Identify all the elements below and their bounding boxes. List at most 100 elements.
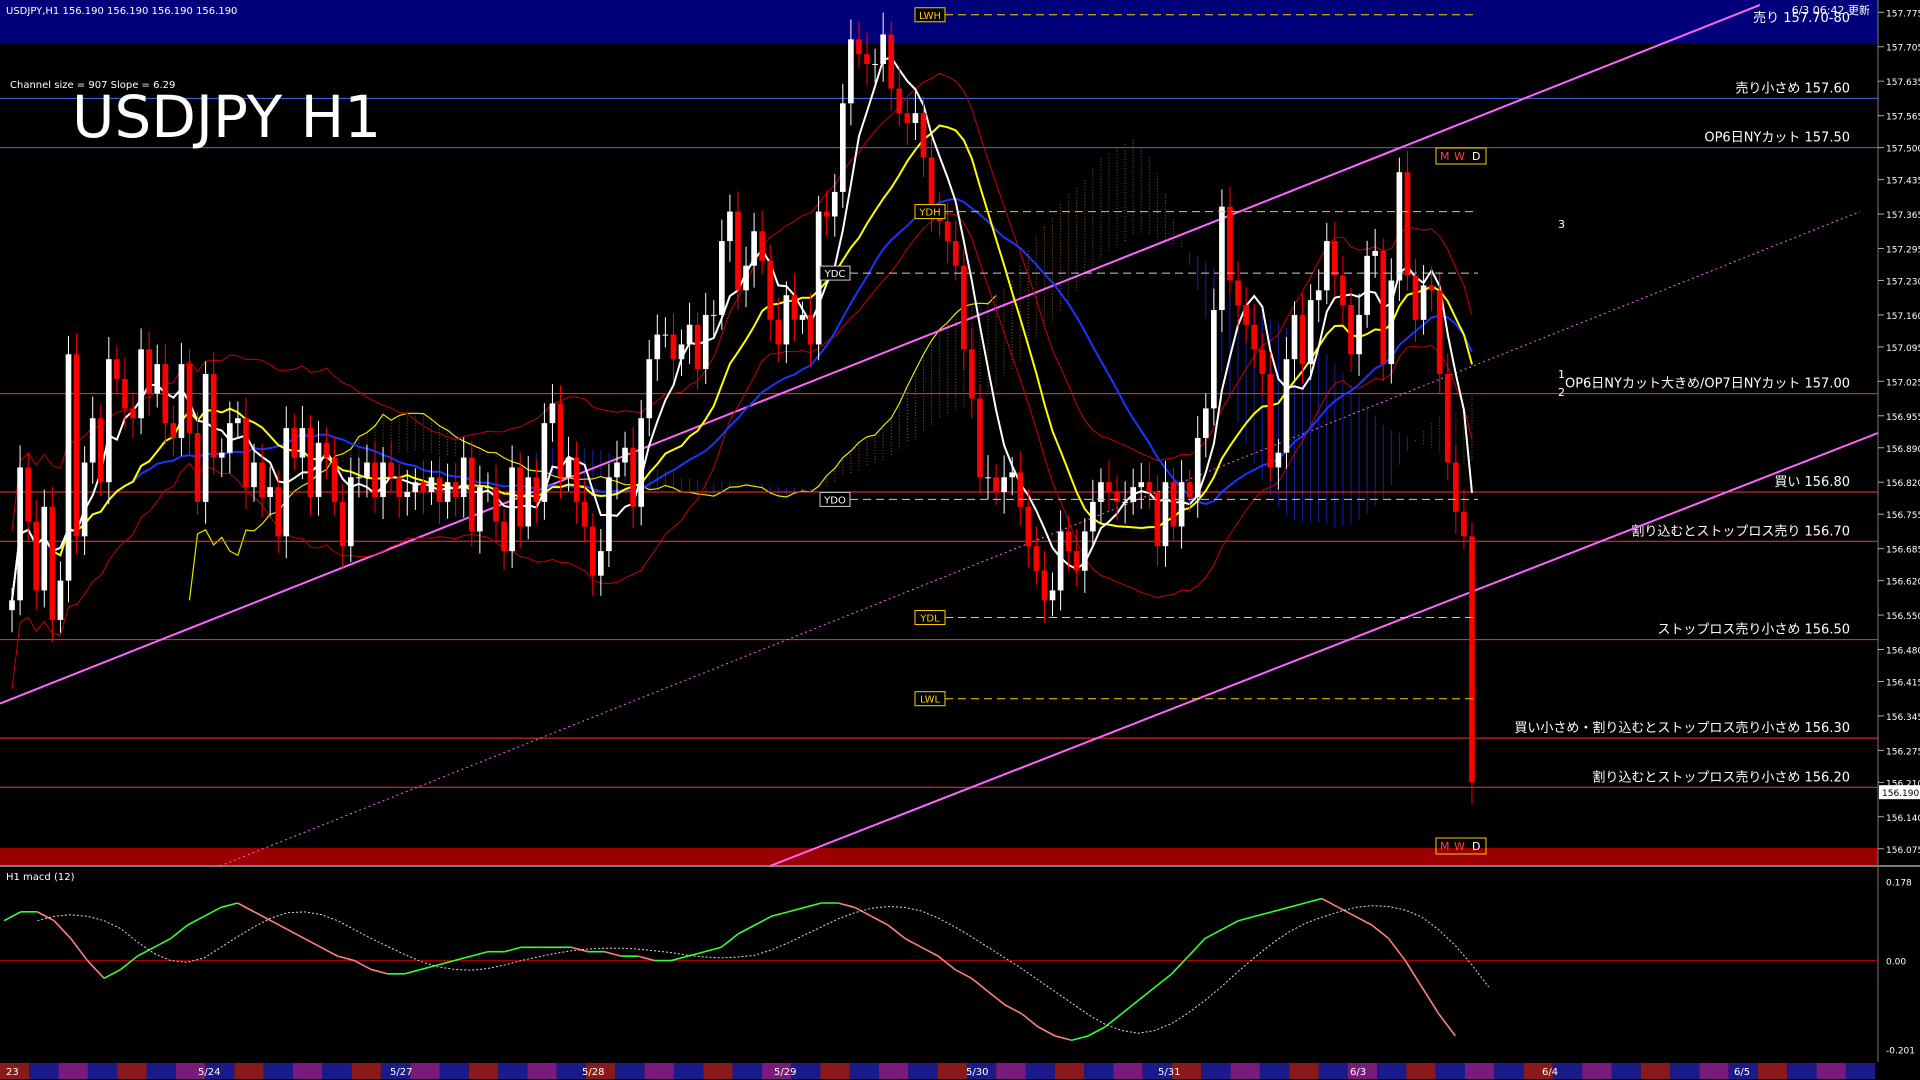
channel-label-1: 1	[1558, 368, 1565, 381]
candle	[49, 486, 56, 642]
candle-body	[1388, 280, 1395, 365]
candle-body	[1057, 531, 1064, 591]
level-label: OP6日NYカット 157.50	[1704, 131, 1850, 146]
macd-tick-label: 0.178	[1886, 879, 1912, 889]
time-axis-segment	[732, 1063, 762, 1079]
candle-body	[57, 580, 64, 620]
time-axis-segment	[1201, 1063, 1231, 1079]
candle-body	[178, 364, 185, 438]
candle-body	[307, 428, 314, 497]
candle-body	[960, 265, 967, 350]
time-axis-segment	[996, 1063, 1026, 1079]
time-axis-segment	[1640, 1063, 1671, 1079]
time-axis-segment	[1611, 1063, 1641, 1079]
candle-body	[1372, 250, 1378, 256]
candle-body	[283, 428, 290, 537]
candle-body	[106, 359, 112, 483]
time-axis-segment	[117, 1063, 147, 1079]
time-axis-segment	[58, 1063, 88, 1079]
marker-label: LWL	[920, 695, 941, 706]
time-axis-segment	[1787, 1063, 1817, 1079]
candle-body	[1275, 452, 1282, 468]
candle-body	[1251, 324, 1258, 350]
price-tick-label: 157.230	[1886, 277, 1920, 287]
candle-body	[1065, 531, 1072, 552]
candle-body	[259, 462, 265, 497]
candle-body	[364, 462, 370, 478]
candle-body	[1114, 492, 1120, 502]
last-price-label: 156.190	[1882, 789, 1919, 799]
candle-body	[1049, 590, 1056, 601]
price-tick-label: 156.685	[1886, 546, 1920, 556]
time-axis-segment	[1318, 1063, 1348, 1079]
time-axis-segment	[29, 1063, 59, 1079]
candle-body	[1396, 172, 1403, 281]
price-tick-label: 157.295	[1886, 245, 1920, 255]
candle-body	[1428, 285, 1435, 291]
level-label: 売り小さめ 157.60	[1735, 80, 1850, 96]
candle-body	[372, 462, 378, 497]
candle-body	[904, 113, 911, 124]
marker-label: YDH	[918, 208, 940, 219]
candle-body	[678, 344, 685, 360]
candle-body	[1364, 255, 1370, 315]
candle-body	[267, 487, 273, 497]
candle-body	[1033, 546, 1040, 571]
candle-body	[1259, 349, 1266, 374]
candle-body	[1315, 290, 1322, 301]
candle-body	[622, 447, 628, 463]
candle-body	[1235, 280, 1241, 306]
candle-body	[122, 378, 128, 409]
chart-canvas[interactable]: 売り 157.70-80売り小さめ 157.60OP6日NYカット 157.50…	[0, 0, 1920, 1080]
macd-plot-area[interactable]	[0, 866, 1878, 1062]
candle-body	[1332, 241, 1338, 276]
time-axis-segment	[644, 1063, 674, 1079]
candle-body	[1041, 570, 1048, 601]
time-axis-segment	[1435, 1063, 1465, 1079]
time-axis-segment	[1025, 1063, 1055, 1079]
candle-body	[840, 103, 846, 192]
candle-body	[1073, 551, 1080, 571]
candle-body	[606, 477, 612, 552]
time-axis-segment	[820, 1063, 850, 1079]
candle-body	[823, 211, 830, 217]
candle-body	[73, 354, 80, 537]
candle-body	[1299, 314, 1306, 365]
mwd-m-top: M	[1440, 150, 1450, 163]
candle-body	[235, 418, 241, 424]
candle-body	[1404, 172, 1411, 276]
candle-body	[791, 295, 798, 320]
time-axis-segment	[879, 1063, 909, 1079]
price-tick-label: 156.415	[1886, 678, 1920, 688]
candle-body	[1453, 462, 1459, 512]
candle-body	[1291, 314, 1298, 360]
candle-body	[1081, 531, 1088, 571]
candle-body	[872, 63, 878, 65]
macd-label: H1 macd (12)	[6, 872, 75, 883]
candle-body	[694, 324, 701, 370]
date-label: 6/3	[1350, 1067, 1366, 1078]
marker-label: YDC	[824, 269, 846, 280]
mwd-box-bottom: M W D	[1435, 837, 1487, 855]
time-axis-segment	[234, 1063, 264, 1079]
time-axis-segment	[1406, 1063, 1436, 1079]
time-axis-segment	[1230, 1063, 1260, 1079]
candle-body	[226, 423, 233, 453]
candle	[283, 406, 290, 559]
candle-body	[186, 364, 193, 433]
candle-body	[1154, 492, 1161, 547]
candle-body	[396, 477, 403, 497]
candle-body	[485, 487, 491, 489]
mwd-m-bottom: M	[1440, 840, 1450, 853]
price-tick-label: 157.160	[1886, 312, 1920, 322]
candle-body	[912, 113, 919, 124]
candle-body	[25, 467, 31, 522]
price-tick-label: 156.275	[1886, 747, 1920, 757]
candle-body	[735, 211, 741, 291]
level-label: 買い小さめ・割り込むとストップロス売り小さめ 156.30	[1514, 720, 1850, 736]
candle-body	[1009, 472, 1016, 478]
candle-body	[977, 398, 983, 478]
candle-body	[1227, 206, 1233, 281]
price-tick-label: 156.075	[1886, 846, 1920, 856]
candle-body	[719, 241, 725, 315]
